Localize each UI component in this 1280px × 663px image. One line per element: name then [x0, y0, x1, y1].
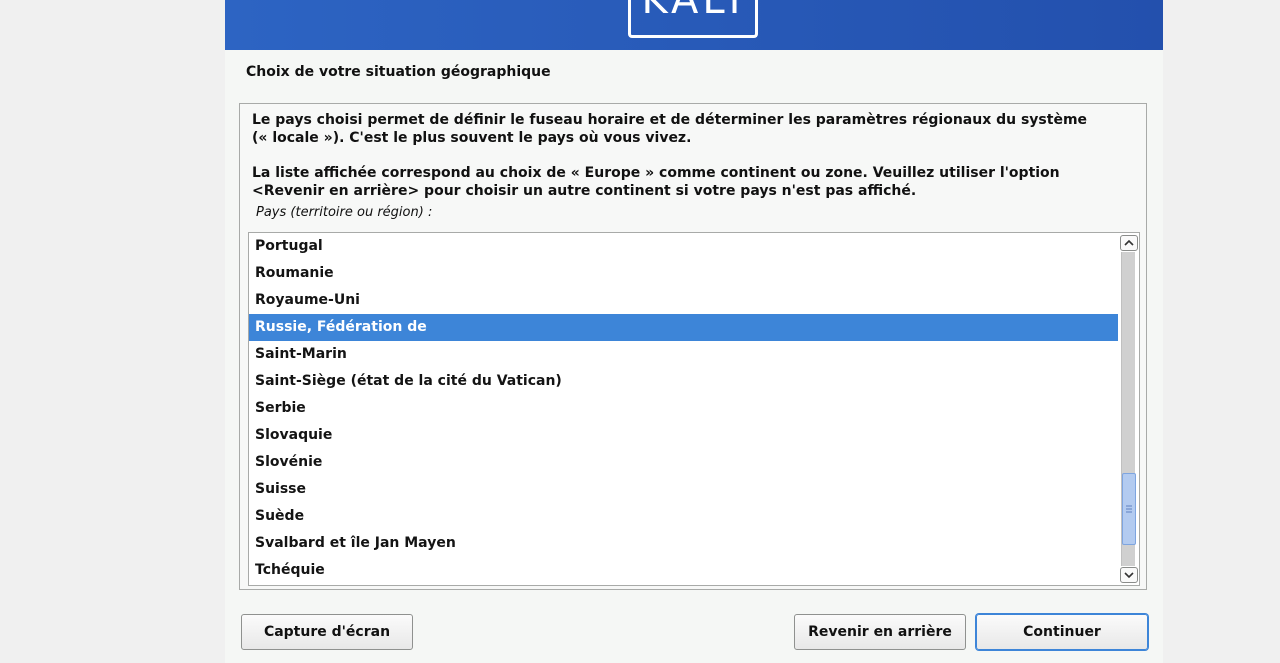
scrollbar-thumb[interactable]	[1122, 473, 1136, 545]
content-panel: Le pays choisi permet de définir le fuse…	[239, 103, 1147, 590]
country-list: Portugal Roumanie Royaume-Uni Russie, Fé…	[249, 233, 1118, 584]
kali-logo-text: KALI	[641, 0, 745, 23]
description-line: Le pays choisi permet de définir le fuse…	[252, 112, 1088, 128]
continue-button[interactable]: Continuer	[976, 614, 1148, 650]
chevron-up-icon	[1124, 239, 1134, 246]
scroll-down-button[interactable]	[1120, 567, 1138, 583]
list-item[interactable]: Royaume-Uni	[249, 287, 1118, 314]
list-item[interactable]: Suède	[249, 503, 1118, 530]
description-paragraph-1: Le pays choisi permet de définir le fuse…	[252, 111, 1132, 147]
description-line: La liste affichée correspond au choix de…	[252, 165, 1060, 181]
back-button[interactable]: Revenir en arrière	[794, 614, 966, 650]
list-item[interactable]: Slovénie	[249, 449, 1118, 476]
kali-banner: KALI	[225, 0, 1163, 50]
screenshot-button[interactable]: Capture d'écran	[241, 614, 413, 650]
scroll-up-button[interactable]	[1120, 235, 1138, 251]
description-line: <Revenir en arrière> pour choisir un aut…	[252, 183, 917, 199]
grip-icon	[1126, 505, 1132, 513]
chevron-down-icon	[1124, 572, 1134, 579]
country-listbox[interactable]: Portugal Roumanie Royaume-Uni Russie, Fé…	[248, 232, 1140, 586]
description-line: (« locale »). C'est le plus souvent le p…	[252, 130, 692, 146]
kali-logo: KALI	[628, 0, 758, 38]
scrollbar-track[interactable]	[1121, 252, 1136, 566]
page-title: Choix de votre situation géographique	[246, 64, 551, 80]
list-item-selected[interactable]: Russie, Fédération de	[249, 314, 1118, 341]
description-paragraph-2: La liste affichée correspond au choix de…	[252, 164, 1132, 200]
list-item[interactable]: Portugal	[249, 233, 1118, 260]
list-item[interactable]: Svalbard et île Jan Mayen	[249, 530, 1118, 557]
installer-window: KALI Choix de votre situation géographiq…	[225, 0, 1163, 663]
list-item[interactable]: Saint-Siège (état de la cité du Vatican)	[249, 368, 1118, 395]
list-item[interactable]: Saint-Marin	[249, 341, 1118, 368]
list-item[interactable]: Roumanie	[249, 260, 1118, 287]
country-list-label: Pays (territoire ou région) :	[256, 205, 433, 220]
list-item[interactable]: Serbie	[249, 395, 1118, 422]
list-item[interactable]: Suisse	[249, 476, 1118, 503]
list-item[interactable]: Tchéquie	[249, 557, 1118, 584]
list-item[interactable]: Slovaquie	[249, 422, 1118, 449]
vertical-scrollbar[interactable]	[1120, 235, 1138, 583]
